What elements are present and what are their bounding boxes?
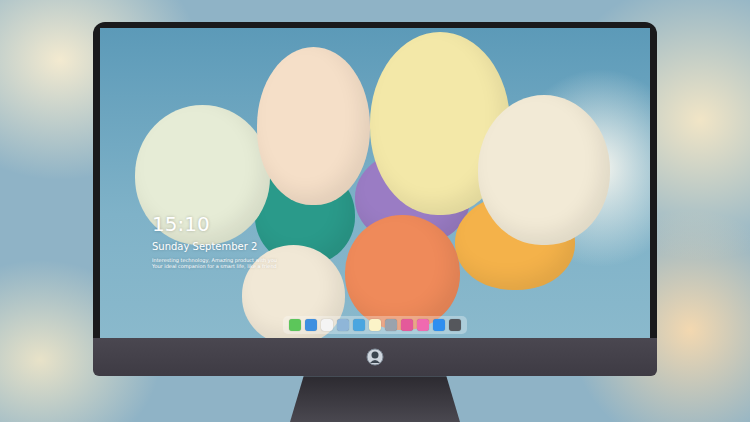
- lock-caption: Interesting technology, Amazing product …: [152, 257, 277, 269]
- dock-app-icon[interactable]: [385, 319, 397, 331]
- monitor-chin: [93, 338, 657, 376]
- dock-app-icon[interactable]: [417, 319, 429, 331]
- dock-app-icon[interactable]: [337, 319, 349, 331]
- caption-line: Your ideal companion for a smart life, l…: [152, 263, 277, 269]
- dock-app-icon[interactable]: [353, 319, 365, 331]
- wallpaper-balloon: [478, 95, 610, 245]
- dock-app-icon[interactable]: [321, 319, 333, 331]
- dock-app-icon[interactable]: [305, 319, 317, 331]
- dock-app-icon[interactable]: [449, 319, 461, 331]
- wallpaper-balloon: [345, 215, 460, 330]
- page: 15:10 Sunday September 2 Interesting techn…: [0, 0, 750, 422]
- dock-app-icon[interactable]: [289, 319, 301, 331]
- lock-screen-info: 15:10 Sunday September 2 Interesting techn…: [152, 212, 277, 269]
- caption-line: Interesting technology, Amazing product …: [152, 257, 277, 263]
- monitor-stand: [290, 376, 460, 422]
- dock-app-icon[interactable]: [401, 319, 413, 331]
- wallpaper-balloon: [257, 47, 370, 205]
- brand-logo-icon: [366, 348, 384, 366]
- dock-app-icon[interactable]: [433, 319, 445, 331]
- screen: 15:10 Sunday September 2 Interesting techn…: [100, 28, 650, 338]
- monitor-bezel: 15:10 Sunday September 2 Interesting techn…: [93, 22, 657, 338]
- dock-app-icon[interactable]: [369, 319, 381, 331]
- lock-time: 15:10: [152, 212, 277, 236]
- monitor: 15:10 Sunday September 2 Interesting techn…: [93, 22, 657, 422]
- dock: [283, 316, 467, 334]
- lock-date: Sunday September 2: [152, 240, 277, 254]
